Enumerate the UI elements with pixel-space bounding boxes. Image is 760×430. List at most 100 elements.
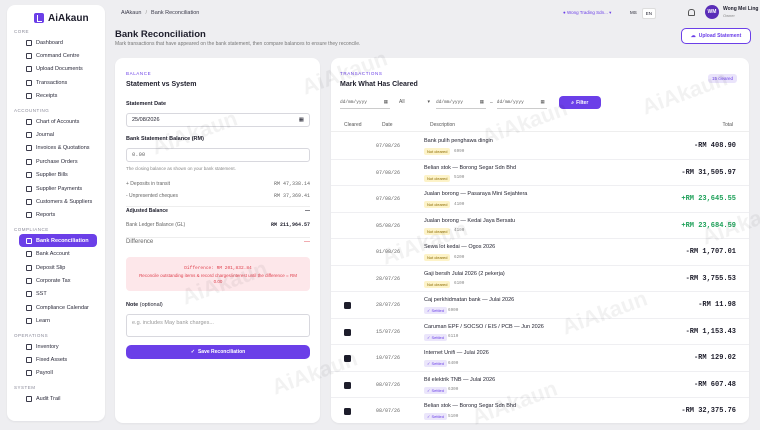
sidebar-item-label: Receipts [36,93,58,100]
cleared-checkbox[interactable] [344,143,351,150]
sidebar-item-audit-trail[interactable]: Audit Trail [19,392,97,405]
sidebar-item-bank-account[interactable]: Bank Account [19,247,97,260]
row-date: 01/08/26 [376,249,401,255]
sst-icon [26,291,32,298]
table-row[interactable]: 07/08/26 Jualan borong — Pasaraya Mini S… [331,186,749,213]
page-title: Bank Reconciliation [115,29,206,40]
table-row[interactable]: 07/08/26 Belian stok — Borong Segar Sdn … [331,160,749,186]
row-account-code: 6900 [448,307,459,313]
sidebar-item-supplier-bills[interactable]: Supplier Bills [19,169,97,182]
sidebar-item-label: Invoices & Quotations [36,145,90,152]
difference-row: Difference — [126,237,310,245]
cleared-checkbox[interactable] [344,408,351,415]
sidebar-item-transactions[interactable]: Transactions [19,76,97,89]
sidebar-item-corporate-tax[interactable]: Corporate Tax [19,274,97,287]
sidebar-item-bank-reconciliation[interactable]: Bank Reconciliation [19,234,97,248]
sidebar-item-learn[interactable]: Learn [19,314,97,327]
brand[interactable]: AiAkaun [7,5,105,25]
bell-icon[interactable] [688,9,695,16]
nav-section-title: COMPLIANCE [14,227,49,233]
cleared-checkbox[interactable] [344,223,351,230]
sidebar-item-label: Payroll [36,370,53,377]
sidebar-item-invoices-quotations[interactable]: Invoices & Quotations [19,142,97,155]
statement-balance-input[interactable]: 0.00 [126,148,310,162]
sidebar-item-fixed-assets[interactable]: Fixed Assets [19,353,97,366]
sidebar-item-label: Chart of Accounts [36,118,80,125]
table-row[interactable]: 05/08/26 Jualan borong — Kedai Jaya Bers… [331,213,749,239]
company-switcher[interactable]: ● Wong Trading Sdn... ▾ [563,10,611,16]
sidebar-item-supplier-payments[interactable]: Supplier Payments [19,182,97,195]
sidebar-item-sst[interactable]: SST [19,288,97,301]
sidebar-item-chart-of-accounts[interactable]: Chart of Accounts [19,115,97,128]
filter-date-start-value: dd/mm/yyyy [436,100,464,105]
table-row[interactable]: 15/07/26 Caruman EPF / SOCSO / EIS / PCB… [331,319,749,345]
table-row[interactable]: 08/07/26 Bil elektrik TNB — Julai 2026 ✓… [331,372,749,398]
save-reconciliation-label: Save Reconciliation [197,349,246,355]
inventory-icon [26,343,32,350]
row-date: 07/08/26 [376,196,401,202]
sidebar-item-purchase-orders[interactable]: Purchase Orders [19,155,97,168]
transactions-card: TRANSACTIONS Mark What Has Cleared 15 cl… [331,58,749,423]
sidebar-item-label: Journal [36,132,55,139]
cleared-checkbox[interactable] [344,276,351,283]
save-reconciliation-button[interactable]: ✓ Save Reconciliation [126,345,310,359]
table-row[interactable]: 07/08/26 Bank pulih penghawa dingin Not … [331,133,749,160]
filter-date-end-value: dd/mm/yyyy [496,100,524,105]
calendar-icon: ▦ [479,100,484,105]
difference-label: Difference [126,239,154,245]
sidebar-item-journal[interactable]: Journal [19,128,97,141]
sidebar-nav: CORE Dashboard Command Centre Upload Docume… [7,28,105,405]
row-account-code: 4100 [454,228,465,233]
cleared-checkbox[interactable] [344,196,351,203]
cleared-checkbox[interactable] [344,381,351,389]
difference-alert: Difference: RM 201,832.84 Reconcile outs… [126,257,310,291]
table-row[interactable]: 10/07/26 Internet Unifi — Julai 2026 ✓ S… [331,345,749,372]
sidebar-item-receipts[interactable]: Receipts [19,90,97,103]
row-date: 08/07/26 [376,408,401,414]
cheques-value: RM 37,369.41 [273,193,310,199]
row-description: Jualan borong — Pasaraya Mini Sejahtera [424,191,528,197]
sidebar-item-reports[interactable]: Reports [19,209,97,222]
filter-date-start[interactable]: dd/mm/yyyy ▦ [436,96,486,109]
sidebar-item-deposit-slip[interactable]: Deposit Slip [19,261,97,274]
lang-en-button[interactable]: EN [641,8,657,19]
filter-button[interactable]: ⌕ Filter [558,96,601,109]
sidebar-item-customers-suppliers[interactable]: Customers & Suppliers [19,195,97,208]
note-label-text: Note [126,302,139,308]
cleared-checkbox[interactable] [344,249,351,256]
breadcrumb-current: Bank Reconciliation [151,10,200,16]
sidebar-item-payroll[interactable]: Payroll [19,367,97,380]
cleared-checkbox[interactable] [344,328,351,336]
sidebar-item-command-centre[interactable]: Command Centre [19,49,97,62]
brand-name: AiAkaun [48,12,89,24]
sidebar-item-dashboard[interactable]: Dashboard [19,36,97,49]
upload-statement-button[interactable]: ☁ Upload Statement [681,28,751,44]
filter-from-date[interactable]: dd/mm/yyyy ▦ [340,96,390,109]
calendar-icon[interactable]: ▦ [299,114,304,126]
sidebar-item-inventory[interactable]: Inventory [19,340,97,353]
breadcrumb-home[interactable]: AiAkaun [121,10,142,16]
filter-status-select[interactable]: All ▾ [394,96,432,109]
transactions-title: Mark What Has Cleared [340,81,418,88]
sidebar-item-upload-documents[interactable]: Upload Documents [19,63,97,76]
table-row[interactable]: 08/07/26 Belian stok — Borong Segar Sdn … [331,398,749,423]
audit-trail-icon [26,395,32,402]
cleared-checkbox[interactable] [344,302,351,309]
supplier-bills-icon [26,172,32,179]
filter-button-label: Filter [576,99,589,106]
status-badge: Not cleared [424,254,451,261]
filter-date-end[interactable]: dd/mm/yyyy ▦ [496,96,547,109]
cleared-checkbox[interactable] [344,170,351,177]
cleared-checkbox[interactable] [344,355,351,362]
table-row[interactable]: 01/08/26 Sewa lot kedai — Ogos 2026 Not … [331,239,749,266]
lang-ms-button[interactable]: MS [627,8,640,19]
avatar[interactable]: WM [705,5,719,19]
table-row[interactable]: 28/07/26 Gaji bersih Julai 2026 (2 peker… [331,266,749,292]
range-separator: – [490,99,493,106]
note-textarea[interactable]: e.g. includes May bank charges... [126,314,310,337]
table-row[interactable]: 28/07/26 Caj perkhidmatan bank — Julai 2… [331,292,749,319]
statement-date-input[interactable]: 25/08/2026 ▦ [126,113,310,127]
sidebar-item-compliance-calendar[interactable]: Compliance Calendar [19,301,97,314]
sidebar-item-label: Upload Documents [36,66,83,73]
sidebar-item-label: Learn [36,318,51,325]
